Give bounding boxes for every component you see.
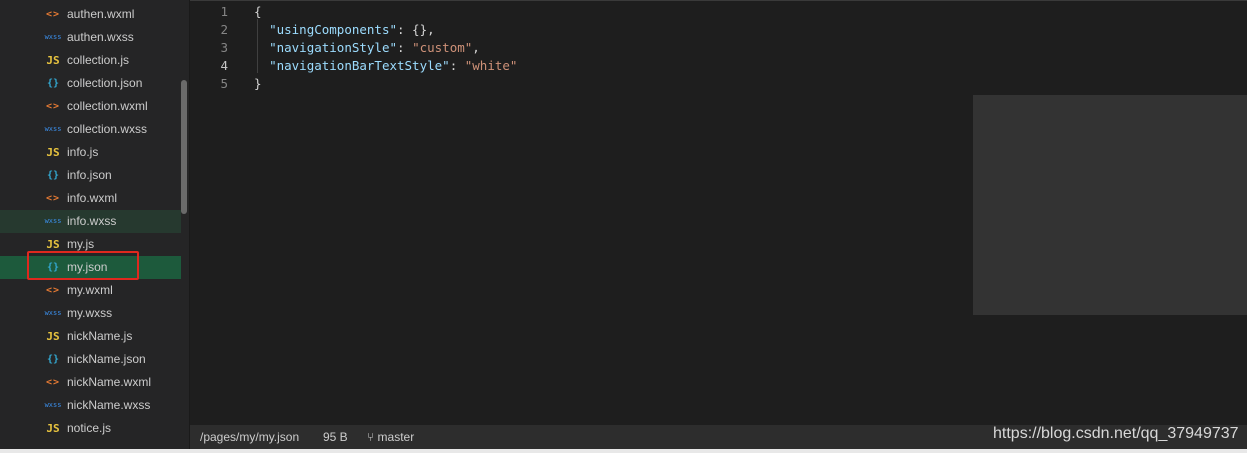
file-item[interactable]: wxss collection.wxss [0, 118, 181, 141]
line-number: 4 [220, 58, 228, 73]
file-list: <> authen.wxml wxss authen.wxss JS collection… [0, 3, 181, 440]
js-file-icon: JS [46, 422, 60, 435]
file-item[interactable]: {} nickName.json [0, 348, 181, 371]
sidebar-scrollbar[interactable] [181, 80, 187, 214]
file-name: authen.wxss [67, 30, 134, 44]
file-item[interactable]: wxss my.wxss [0, 302, 181, 325]
json-punctuation: } [254, 76, 262, 91]
code-text: } [254, 75, 262, 93]
watermark-url: https://blog.csdn.net/qq_37949737 [993, 425, 1239, 442]
file-item[interactable]: <> collection.wxml [0, 95, 181, 118]
file-item[interactable]: wxss authen.wxss [0, 26, 181, 49]
file-name: collection.json [67, 76, 143, 90]
overlay-panel [973, 95, 1247, 315]
json-key: "navigationBarTextStyle" [269, 58, 450, 73]
line-number: 2 [220, 22, 228, 37]
wxml-file-icon: <> [45, 285, 61, 296]
file-item[interactable]: wxss info.wxss [0, 210, 181, 233]
file-item[interactable]: wxss nickName.wxss [0, 394, 181, 417]
file-size: 95 B [323, 430, 348, 444]
file-item[interactable]: <> my.wxml [0, 279, 181, 302]
json-punctuation: : [397, 40, 413, 55]
line-number: 3 [220, 40, 228, 55]
git-branch[interactable]: ⑂ master [367, 425, 414, 449]
file-item[interactable]: {} info.json [0, 164, 181, 187]
wxml-file-icon: <> [45, 193, 61, 204]
js-file-icon: JS [46, 146, 60, 159]
json-punctuation: , [472, 40, 480, 55]
json-key: "navigationStyle" [269, 40, 397, 55]
file-name: collection.js [67, 53, 130, 67]
file-item[interactable]: <> authen.wxml [0, 3, 181, 26]
branch-name: master [377, 430, 415, 444]
window-bottom-edge [0, 449, 1247, 453]
file-item[interactable]: JS notice.js [0, 417, 181, 440]
wxss-file-icon: wxss [44, 125, 62, 133]
wxml-file-icon: <> [45, 101, 61, 112]
js-file-icon: JS [46, 54, 60, 67]
file-name: nickName.json [67, 352, 146, 366]
wxml-file-icon: <> [45, 377, 61, 388]
file-name: collection.wxml [67, 99, 148, 113]
git-branch-icon: ⑂ [367, 430, 375, 444]
line-number: 1 [220, 4, 228, 19]
file-explorer: <> authen.wxml wxss authen.wxss JS collection… [0, 0, 189, 453]
json-file-icon: {} [46, 78, 60, 89]
file-path[interactable]: /pages/my/my.json [200, 425, 299, 449]
code-text: "usingComponents": {}, [254, 21, 435, 39]
json-punctuation: : {}, [397, 22, 435, 37]
wxml-file-icon: <> [45, 9, 61, 20]
line-number: 5 [220, 76, 228, 91]
json-key: "usingComponents" [269, 22, 397, 37]
file-name: collection.wxss [67, 122, 148, 136]
code-text: "navigationStyle": "custom", [254, 39, 480, 57]
file-name: authen.wxml [67, 7, 135, 21]
code-editor[interactable]: 1 {2 "usingComponents": {}, 3 "navigationS… [190, 0, 1247, 425]
json-punctuation [254, 58, 269, 73]
json-punctuation [254, 40, 269, 55]
json-file-icon: {} [46, 170, 60, 181]
wxss-file-icon: wxss [44, 401, 62, 409]
file-name: nickName.wxml [67, 375, 152, 389]
json-file-icon: {} [46, 354, 60, 365]
file-name: notice.js [67, 421, 112, 435]
wxss-file-icon: wxss [44, 309, 62, 317]
code-text: "navigationBarTextStyle": "white" [254, 57, 517, 75]
code-text: { [254, 3, 262, 21]
highlight-box [27, 251, 139, 280]
file-name: info.wxss [67, 214, 117, 228]
file-item[interactable]: {} collection.json [0, 72, 181, 95]
file-item[interactable]: JS info.js [0, 141, 181, 164]
file-name: info.wxml [67, 191, 118, 205]
file-item[interactable]: JS nickName.js [0, 325, 181, 348]
file-item[interactable]: <> nickName.wxml [0, 371, 181, 394]
json-string: "white" [464, 58, 518, 73]
file-name: info.js [67, 145, 99, 159]
file-name: my.wxss [67, 306, 113, 320]
json-punctuation [254, 22, 269, 37]
file-name: nickName.js [67, 329, 133, 343]
file-item[interactable]: <> info.wxml [0, 187, 181, 210]
file-name: my.wxml [67, 283, 113, 297]
file-name: nickName.wxss [67, 398, 151, 412]
wxss-file-icon: wxss [44, 217, 62, 225]
json-punctuation: : [449, 58, 465, 73]
file-name: info.json [67, 168, 112, 182]
json-string: "custom" [412, 40, 473, 55]
wxss-file-icon: wxss [44, 33, 62, 41]
file-item[interactable]: JS collection.js [0, 49, 181, 72]
json-punctuation: { [254, 4, 262, 19]
editor-top-border [190, 0, 1247, 1]
js-file-icon: JS [46, 330, 60, 343]
